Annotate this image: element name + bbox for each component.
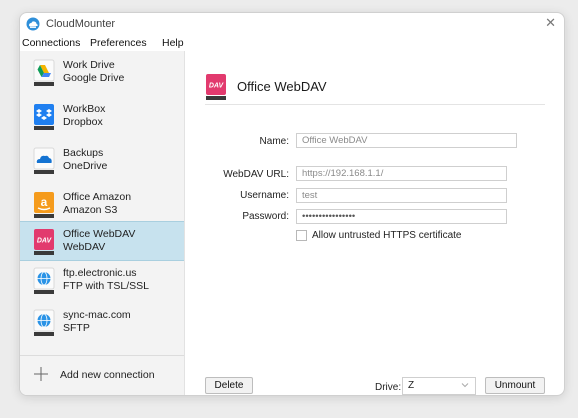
svg-text:a: a xyxy=(41,195,48,209)
amazon-s3-icon: a xyxy=(34,192,54,218)
close-button[interactable]: ✕ xyxy=(545,15,556,31)
title-bar: CloudMounter ✕ xyxy=(20,13,564,35)
connection-detail-panel: DAV Office WebDAV Name: Office WebDAV We… xyxy=(185,51,564,395)
connection-name: Office Amazon xyxy=(63,191,132,203)
connection-item-work-drive[interactable]: Work Drive Google Drive xyxy=(20,53,184,93)
unmount-button[interactable]: Unmount xyxy=(485,377,545,394)
connection-item-sync-mac[interactable]: sync-mac.com SFTP xyxy=(20,303,184,343)
onedrive-icon xyxy=(33,147,55,174)
webdav-url-field[interactable]: https://192.168.1.1/ xyxy=(296,166,507,181)
window-title: CloudMounter xyxy=(46,18,116,30)
connection-type: Dropbox xyxy=(63,116,103,128)
webdav-url-label: WebDAV URL: xyxy=(223,169,289,180)
google-drive-icon xyxy=(33,59,55,86)
connection-type: SFTP xyxy=(63,322,90,334)
ftp-globe-icon xyxy=(33,267,55,294)
connection-item-office-webdav[interactable]: DAV Office WebDAV WebDAV xyxy=(20,221,184,261)
add-connection-label: Add new connection xyxy=(60,369,155,381)
connection-item-workbox[interactable]: WorkBox Dropbox xyxy=(20,97,184,137)
menu-bar: Connections Preferences Help xyxy=(20,35,564,51)
username-field[interactable]: test xyxy=(296,188,507,203)
connection-type: FTP with TSL/SSL xyxy=(63,280,149,292)
webdav-icon: DAV xyxy=(34,229,54,255)
drive-value: Z xyxy=(408,380,415,391)
header-divider xyxy=(205,104,545,105)
app-window: CloudMounter ✕ Connections Preferences H… xyxy=(19,12,565,396)
sftp-globe-icon xyxy=(33,309,55,336)
connection-name: Backups xyxy=(63,147,104,159)
menu-help[interactable]: Help xyxy=(162,36,184,50)
connection-type: Amazon S3 xyxy=(63,204,118,216)
delete-button[interactable]: Delete xyxy=(205,377,253,394)
menu-connections[interactable]: Connections xyxy=(22,36,80,50)
connection-item-backups[interactable]: Backups OneDrive xyxy=(20,141,184,181)
untrusted-https-label: Allow untrusted HTTPS certificate xyxy=(312,230,462,241)
connection-item-office-amazon[interactable]: a Office Amazon Amazon S3 xyxy=(20,185,184,225)
connection-name: Work Drive xyxy=(63,59,115,71)
password-field[interactable]: •••••••••••••••• xyxy=(296,209,507,224)
cloudmounter-logo-icon xyxy=(26,17,40,31)
dropbox-icon xyxy=(34,104,54,130)
page-title: Office WebDAV xyxy=(237,79,327,94)
webdav-icon: DAV xyxy=(206,74,226,100)
connection-type: OneDrive xyxy=(63,160,108,172)
connection-type: WebDAV xyxy=(63,241,106,253)
connection-item-ftp-electronic[interactable]: ftp.electronic.us FTP with TSL/SSL xyxy=(20,261,184,301)
drive-label: Drive: xyxy=(375,382,402,393)
connection-type: Google Drive xyxy=(63,72,125,84)
connection-name: sync-mac.com xyxy=(63,309,131,321)
name-field[interactable]: Office WebDAV xyxy=(296,133,517,148)
svg-text:DAV: DAV xyxy=(209,83,225,90)
plus-icon xyxy=(34,367,48,381)
untrusted-https-checkbox[interactable] xyxy=(296,230,307,241)
name-label: Name: xyxy=(259,136,289,147)
drive-select[interactable]: Z xyxy=(402,377,476,395)
password-label: Password: xyxy=(242,211,289,222)
connection-name: ftp.electronic.us xyxy=(63,267,137,279)
add-connection-button[interactable]: Add new connection xyxy=(20,355,184,395)
connection-name: Office WebDAV xyxy=(63,228,136,240)
svg-text:DAV: DAV xyxy=(37,238,53,245)
connection-name: WorkBox xyxy=(63,103,106,115)
menu-preferences[interactable]: Preferences xyxy=(90,36,147,50)
connections-sidebar: Work Drive Google Drive WorkBox Dropbox xyxy=(20,51,185,395)
chevron-down-icon xyxy=(461,383,469,388)
username-label: Username: xyxy=(240,190,289,201)
